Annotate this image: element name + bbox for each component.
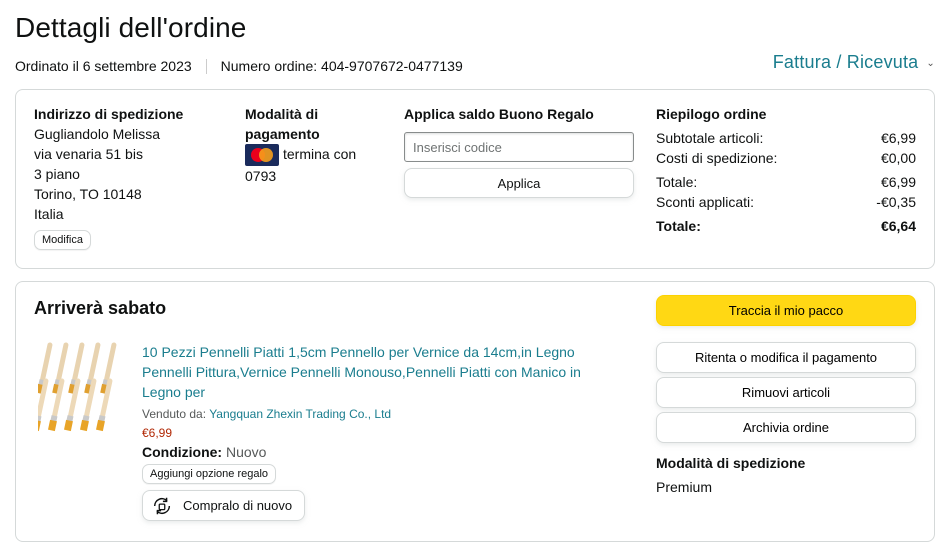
- order-summary-heading: Riepilogo ordine: [656, 106, 767, 122]
- order-date: Ordinato il 6 settembre 2023: [15, 58, 192, 74]
- shipping-mode-heading: Modalità di spedizione: [656, 455, 806, 471]
- sold-by-label: Venduto da:: [142, 407, 207, 421]
- card-ends-text: termina con: [283, 146, 357, 162]
- payment-section: Modalità di pagamento termina con 0793: [245, 104, 385, 186]
- divider: [205, 58, 207, 74]
- order-meta: Ordinato il 6 settembre 2023 Numero ordi…: [15, 58, 463, 74]
- summary-label: Sconti applicati:: [656, 194, 755, 210]
- summary-row: Totale: €6,99: [656, 172, 916, 192]
- summary-label: Totale:: [656, 174, 698, 190]
- edit-address-button[interactable]: Modifica: [34, 230, 91, 250]
- product-info: 10 Pezzi Pennelli Piatti 1,5cm Pennello …: [142, 342, 612, 521]
- grand-total-label: Totale:: [656, 218, 701, 234]
- retry-payment-button[interactable]: Ritenta o modifica il pagamento: [656, 342, 916, 373]
- condition-line: Condizione: Nuovo: [142, 444, 612, 460]
- summary-value: -€0,35: [876, 194, 916, 210]
- summary-row: Subtotale articoli: €6,99: [656, 128, 916, 148]
- payment-method: termina con: [245, 144, 385, 167]
- summary-value: €6,99: [880, 130, 916, 146]
- arrival-heading: Arriverà sabato: [34, 298, 167, 318]
- shipping-address-heading: Indirizzo di spedizione: [34, 106, 184, 122]
- address-line: Italia: [34, 206, 64, 222]
- address-line: Gugliandolo Melissa: [34, 126, 161, 142]
- address-line: Torino, TO 10148: [34, 186, 142, 202]
- product-image[interactable]: [38, 340, 130, 436]
- seller-link[interactable]: Yangquan Zhexin Trading Co., Ltd: [209, 407, 391, 421]
- address-line: 3 piano: [34, 166, 80, 182]
- add-gift-option-button[interactable]: Aggiungi opzione regalo: [142, 464, 277, 484]
- address-line: via venaria 51 bis: [34, 146, 143, 162]
- apply-gift-button[interactable]: Applica: [404, 168, 634, 198]
- product-title-link[interactable]: 10 Pezzi Pennelli Piatti 1,5cm Pennello …: [142, 342, 612, 402]
- gift-card-heading: Applica saldo Buono Regalo: [404, 106, 594, 122]
- shipment-card: Arriverà sabato 10 Pezzi Pennelli Piatti…: [15, 281, 935, 542]
- grand-total-value: €6,64: [880, 218, 916, 234]
- gift-code-input[interactable]: [404, 132, 634, 162]
- mastercard-icon: [245, 144, 279, 167]
- gift-card-section: Applica saldo Buono Regalo Applica: [404, 104, 636, 198]
- summary-grand-total: Totale: €6,64: [656, 216, 916, 236]
- buy-again-button[interactable]: Compralo di nuovo: [142, 490, 306, 521]
- summary-value: €6,99: [880, 174, 916, 190]
- chevron-down-icon: ⌄: [926, 58, 935, 69]
- condition-value: Nuovo: [226, 444, 267, 460]
- shipping-mode-value: Premium: [656, 479, 713, 495]
- order-info-card: Indirizzo di spedizione Gugliandolo Meli…: [15, 89, 935, 269]
- shipping-mode-section: Modalità di spedizione Premium: [656, 453, 916, 495]
- product-price: €6,99: [142, 426, 173, 440]
- seller-line: Venduto da: Yangquan Zhexin Trading Co.,…: [142, 407, 612, 421]
- paintbrush-icon: [38, 342, 117, 432]
- summary-row: Costi di spedizione: €0,00: [656, 148, 916, 168]
- summary-label: Costi di spedizione:: [656, 150, 778, 166]
- buy-again-label: Compralo di nuovo: [183, 498, 293, 513]
- card-last-digits: 0793: [245, 168, 277, 185]
- archive-order-button[interactable]: Archivia ordine: [656, 412, 916, 443]
- remove-items-button[interactable]: Rimuovi articoli: [656, 377, 916, 408]
- summary-label: Subtotale articoli:: [656, 130, 764, 146]
- summary-row: Sconti applicati: -€0,35: [656, 192, 916, 212]
- order-number: Numero ordine: 404-9707672-0477139: [220, 58, 463, 74]
- invoice-dropdown[interactable]: Fattura / Ricevuta ⌄: [773, 52, 935, 73]
- payment-heading-line1: Modalità di: [245, 106, 319, 122]
- shipment-actions: Traccia il mio pacco Ritenta o modifica …: [656, 295, 916, 495]
- invoice-link-label[interactable]: Fattura / Ricevuta: [773, 52, 919, 73]
- track-package-button[interactable]: Traccia il mio pacco: [656, 295, 916, 326]
- condition-label: Condizione:: [142, 444, 223, 460]
- payment-heading-line2: pagamento: [245, 126, 320, 142]
- summary-value: €0,00: [880, 150, 916, 166]
- page-title: Dettagli dell'ordine: [15, 12, 247, 43]
- order-summary-section: Riepilogo ordine Subtotale articoli: €6,…: [656, 104, 916, 236]
- buy-again-icon: [153, 497, 171, 514]
- shipping-address-section: Indirizzo di spedizione Gugliandolo Meli…: [34, 104, 224, 250]
